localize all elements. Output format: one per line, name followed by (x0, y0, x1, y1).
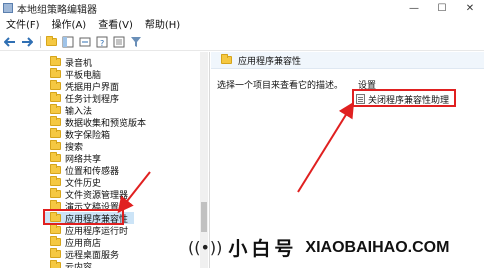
arrow-to-setting (297, 101, 355, 193)
annotation-arrows (117, 101, 355, 214)
broadcast-icon: ((•)) (188, 238, 223, 257)
watermark-domain: XIAOBAIHAO.COM (305, 238, 450, 256)
arrow-to-tree-item (117, 171, 151, 214)
watermark: ((•)) 小白号 XIAOBAIHAO.COM (188, 234, 449, 261)
watermark-brand: 小白号 (228, 238, 298, 260)
